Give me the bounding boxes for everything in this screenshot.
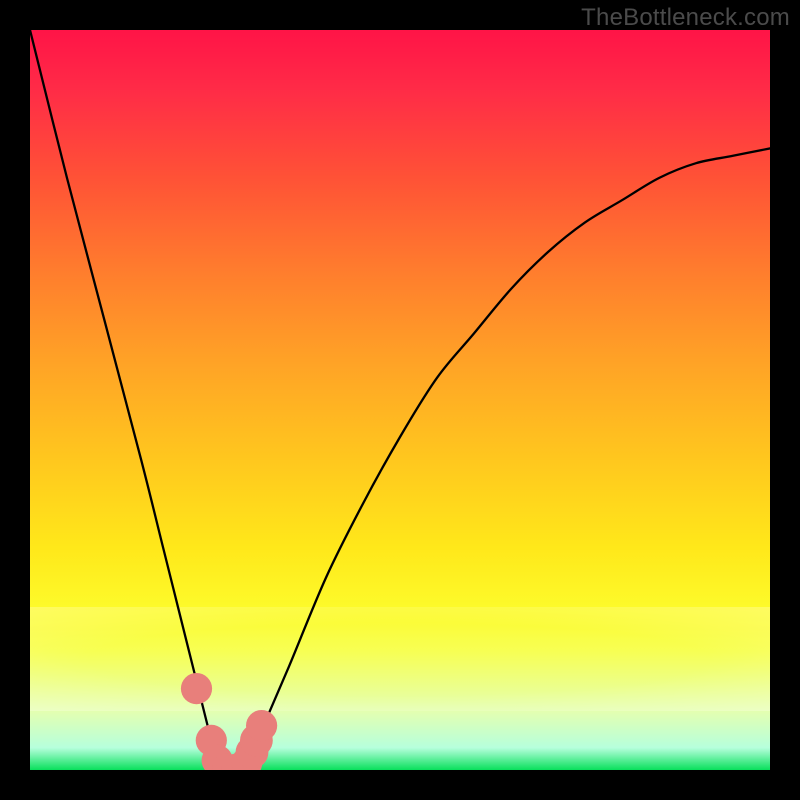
curve-markers [181,673,277,770]
curve-layer [30,30,770,770]
marker-dot [181,673,212,704]
plot-area [30,30,770,770]
bottleneck-curve [30,30,770,770]
watermark-text: TheBottleneck.com [581,4,790,32]
chart-frame: TheBottleneck.com [0,0,800,800]
marker-dot [246,710,277,741]
